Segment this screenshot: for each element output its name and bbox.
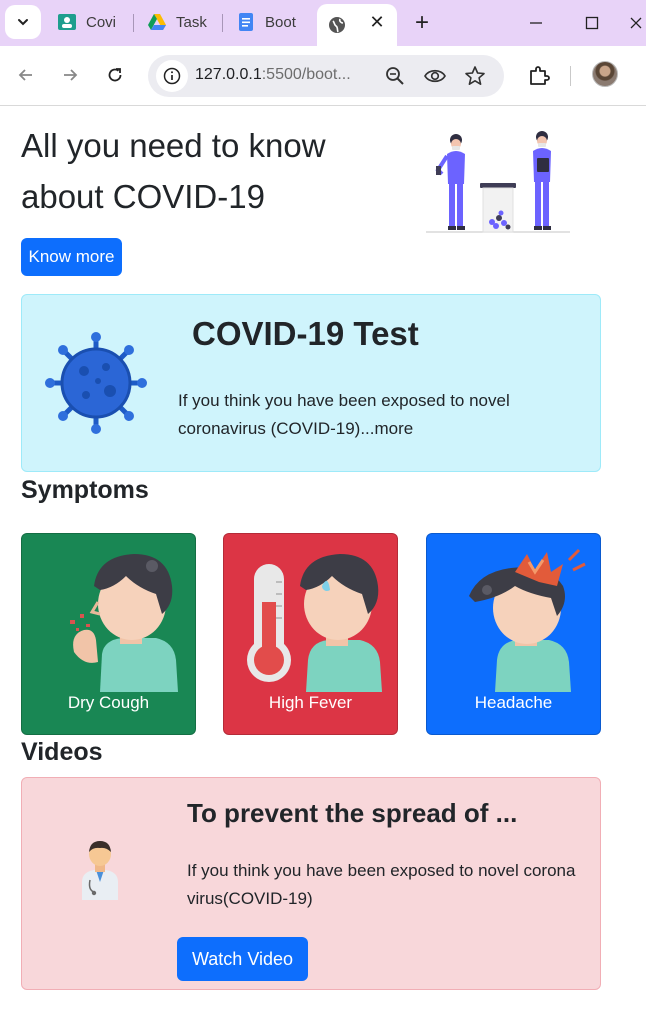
url-host: 127.0.0.1: [195, 66, 262, 83]
video-text: If you think you have been exposed to no…: [187, 861, 576, 908]
address-bar[interactable]: 127.0.0.1:5500/boot...: [148, 55, 504, 97]
chevron-down-icon: [18, 19, 28, 26]
tab-task[interactable]: Task: [147, 6, 209, 38]
dry-cough-illustration: [70, 554, 178, 692]
page-title: All you need to know about COVID-19: [21, 120, 401, 222]
info-icon: [163, 67, 181, 85]
maximize-icon: [585, 16, 599, 30]
high-fever-illustration: [247, 554, 382, 692]
tab-separator: [222, 14, 223, 32]
know-more-button[interactable]: Know more: [21, 238, 122, 276]
reload-button[interactable]: [100, 60, 130, 90]
close-window-button[interactable]: [626, 10, 646, 36]
close-icon: [630, 17, 642, 29]
classroom-icon: [57, 12, 77, 32]
maximize-button[interactable]: [578, 10, 606, 36]
close-tab-icon[interactable]: ✕: [365, 10, 389, 34]
symptom-card-high-fever[interactable]: High Fever: [223, 533, 398, 735]
videos-heading: Videos: [21, 738, 103, 766]
tab-bar: Covi Task Boot ✕ +: [0, 0, 646, 46]
back-button[interactable]: [11, 60, 41, 90]
zoom-icon[interactable]: [384, 65, 406, 87]
tab-search-button[interactable]: [5, 5, 41, 39]
covid-test-card[interactable]: COVID-19 Test If you think you have been…: [21, 294, 601, 472]
page-title-line-1: All you need to know: [21, 127, 326, 164]
doctor-icon: [82, 841, 118, 900]
site-info-button[interactable]: [156, 60, 188, 92]
watch-video-button[interactable]: Watch Video: [177, 937, 308, 981]
tab-covid[interactable]: Covi: [57, 6, 121, 38]
headache-illustration: [469, 548, 586, 692]
url-text: 127.0.0.1:5500/boot...: [195, 66, 351, 84]
tab-title: Boot: [265, 13, 296, 31]
url-path: :5500/boot...: [261, 66, 351, 83]
tab-title: Covi: [86, 13, 117, 31]
covid-test-text: If you think you have been exposed to no…: [178, 391, 510, 438]
forward-button[interactable]: [55, 60, 85, 90]
browser-toolbar: 127.0.0.1:5500/boot...: [0, 46, 646, 106]
symptoms-heading: Symptoms: [21, 476, 149, 504]
toolbar-divider: [570, 66, 571, 86]
bookmark-star-icon[interactable]: [464, 65, 486, 87]
symptom-label: Headache: [474, 693, 553, 712]
video-title: To prevent the spread of ...: [187, 798, 518, 828]
virus-icon: [45, 332, 147, 434]
globe-icon: [327, 15, 347, 35]
eye-icon[interactable]: [424, 65, 446, 87]
docs-icon: [236, 12, 256, 32]
minimize-icon: [530, 22, 542, 24]
symptom-label: Dry Cough: [67, 693, 150, 712]
page-title-line-2: about COVID-19: [21, 178, 265, 215]
symptom-label: High Fever: [268, 693, 353, 712]
tab-separator: [133, 14, 134, 32]
arrow-right-icon: [64, 69, 78, 81]
tab-boot[interactable]: Boot: [236, 6, 302, 38]
reload-icon: [108, 68, 122, 82]
new-tab-button[interactable]: +: [409, 9, 435, 36]
covid-test-title: COVID-19 Test: [192, 315, 419, 352]
minimize-button[interactable]: [522, 10, 550, 36]
drive-icon: [147, 12, 167, 32]
symptom-card-dry-cough[interactable]: Dry Cough: [21, 533, 196, 735]
tab-title: Task: [176, 13, 207, 31]
profile-avatar[interactable]: [592, 61, 618, 87]
video-card: To prevent the spread of ... If you thin…: [21, 777, 601, 990]
symptom-card-headache[interactable]: Headache: [426, 533, 601, 735]
puzzle-icon: [530, 66, 550, 85]
extensions-button[interactable]: [524, 60, 554, 90]
doctors-lab-illustration: [426, 131, 570, 233]
arrow-left-icon: [18, 69, 32, 81]
